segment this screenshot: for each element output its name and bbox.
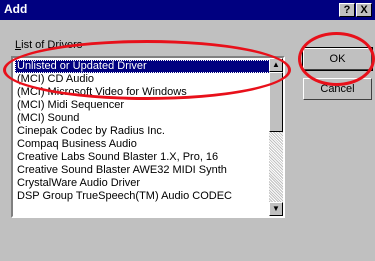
cancel-button[interactable]: Cancel — [303, 78, 372, 100]
ok-button[interactable]: OK — [302, 47, 373, 71]
list-item[interactable]: Creative Labs Sound Blaster 1.X, Pro, 16 — [15, 151, 270, 164]
title-bar[interactable]: Add ? X — [0, 0, 375, 20]
close-button[interactable]: X — [356, 3, 372, 17]
drivers-listbox[interactable]: Unlisted or Updated Driver (MCI) CD Audio… — [11, 56, 285, 218]
label-text: ist of Drivers — [21, 39, 83, 51]
scroll-thumb[interactable] — [269, 72, 283, 132]
list-of-drivers-label: List of Drivers — [15, 39, 82, 51]
list-item[interactable]: Compaq Business Audio — [15, 138, 270, 151]
list-item[interactable]: DSP Group TrueSpeech(TM) Audio CODEC — [15, 190, 270, 203]
list-item[interactable]: (MCI) Microsoft Video for Windows — [15, 86, 270, 99]
list-item[interactable]: Unlisted or Updated Driver — [15, 60, 270, 73]
list-item[interactable]: (MCI) CD Audio — [15, 73, 270, 86]
list-item[interactable]: (MCI) Sound — [15, 112, 270, 125]
help-button[interactable]: ? — [339, 3, 355, 17]
list-item[interactable]: (MCI) Midi Sequencer — [15, 99, 270, 112]
window-title: Add — [4, 2, 28, 16]
scroll-up-icon[interactable]: ▲ — [269, 58, 283, 72]
scroll-down-icon[interactable]: ▼ — [269, 202, 283, 216]
vertical-scrollbar[interactable]: ▲ ▼ — [269, 58, 283, 216]
add-dialog: Add ? X List of Drivers Unlisted or Upda… — [0, 0, 375, 261]
drivers-list: Unlisted or Updated Driver (MCI) CD Audio… — [15, 60, 270, 203]
list-item[interactable]: Creative Sound Blaster AWE32 MIDI Synth — [15, 164, 270, 177]
list-item[interactable]: CrystalWare Audio Driver — [15, 177, 270, 190]
list-item[interactable]: Cinepak Codec by Radius Inc. — [15, 125, 270, 138]
